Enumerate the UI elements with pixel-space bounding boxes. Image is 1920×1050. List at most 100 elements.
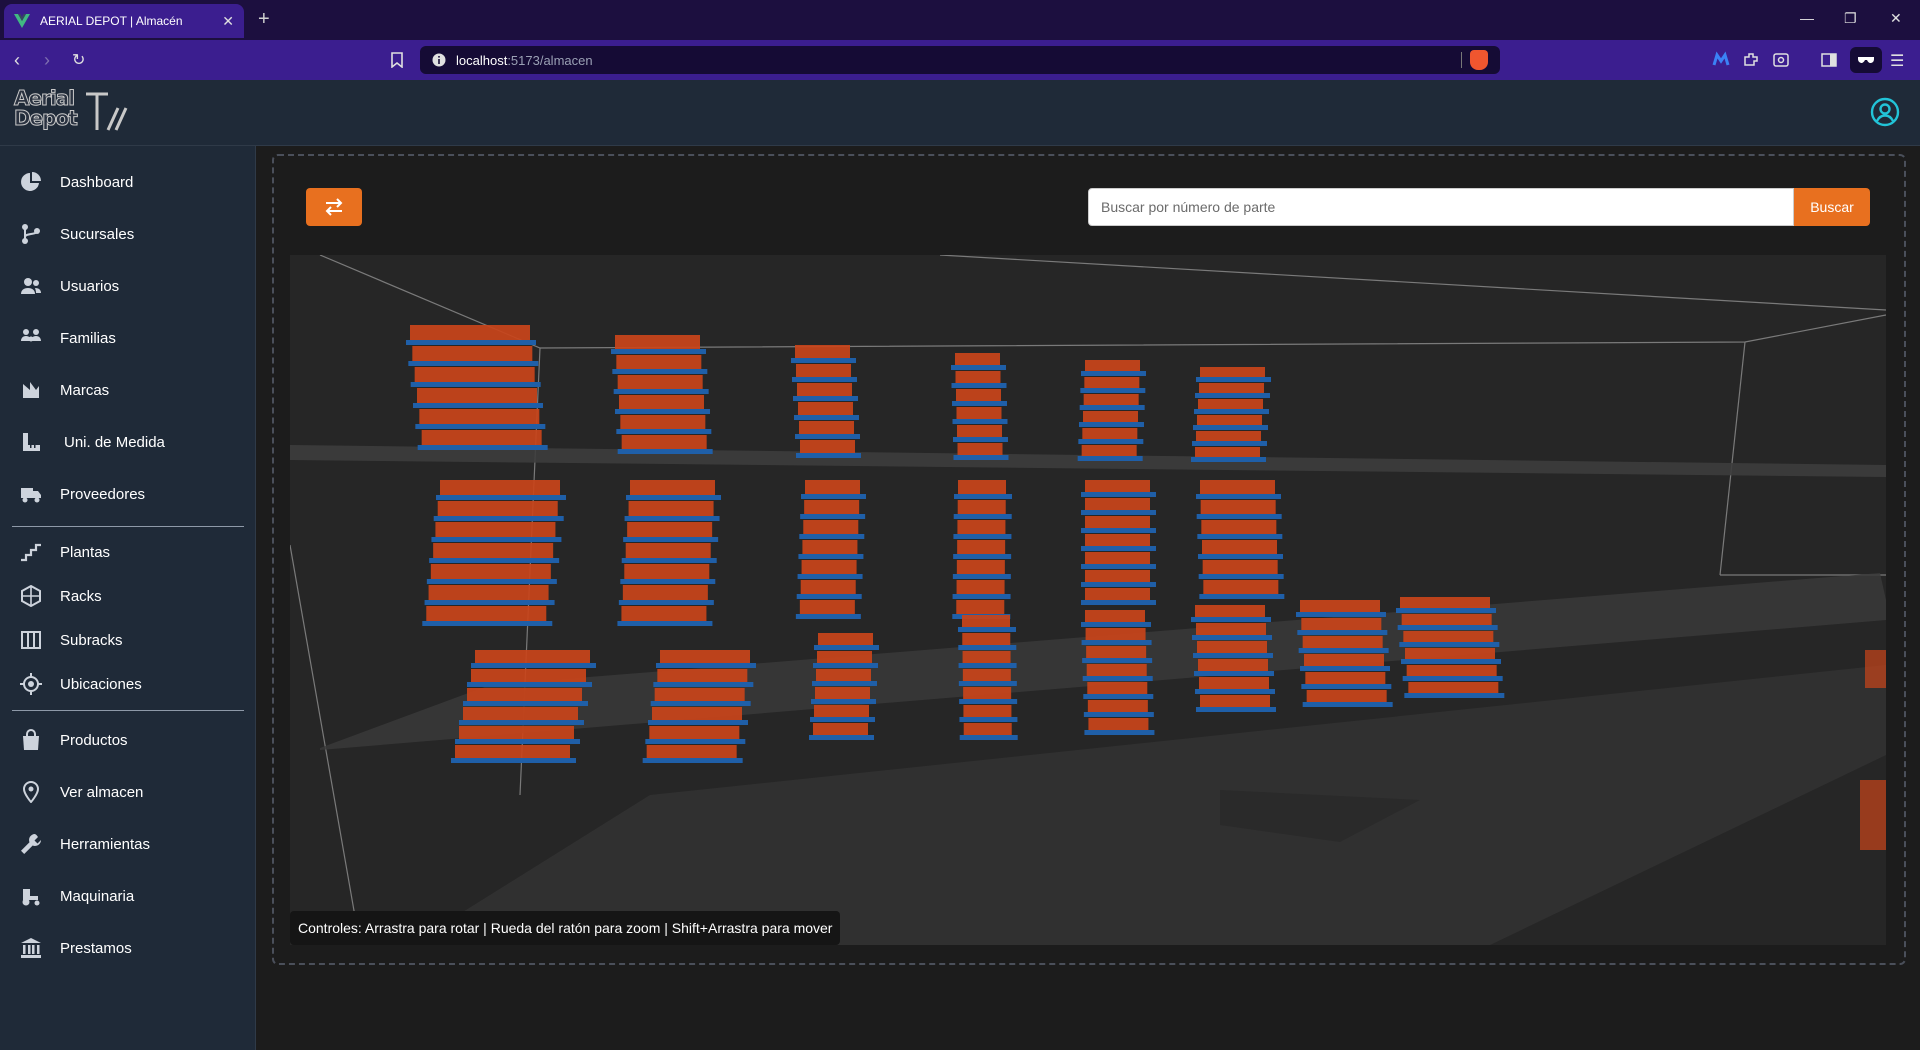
storage-box[interactable]: [1088, 718, 1149, 730]
storage-box[interactable]: [818, 633, 873, 645]
storage-box[interactable]: [802, 540, 858, 554]
storage-box[interactable]: [1197, 415, 1262, 425]
sidebar-item-ver-almacen[interactable]: Ver almacen: [0, 770, 256, 814]
forward-icon[interactable]: ›: [44, 50, 50, 71]
storage-box[interactable]: [1301, 618, 1382, 630]
reader-mode-button[interactable]: [1850, 47, 1882, 73]
storage-box[interactable]: [1306, 690, 1387, 702]
storage-box[interactable]: [1202, 540, 1277, 554]
sidebar-item-marcas[interactable]: Marcas: [0, 368, 256, 412]
storage-box[interactable]: [956, 560, 1005, 574]
storage-box[interactable]: [1196, 623, 1266, 635]
storage-box[interactable]: [1085, 534, 1150, 546]
storage-box[interactable]: [1201, 520, 1277, 534]
storage-box[interactable]: [957, 520, 1006, 534]
storage-box[interactable]: [1865, 650, 1886, 688]
warehouse-3d-scene[interactable]: [290, 255, 1886, 945]
storage-box[interactable]: [412, 346, 533, 361]
storage-box[interactable]: [435, 522, 556, 537]
storage-box[interactable]: [1304, 654, 1384, 666]
storage-box[interactable]: [1195, 447, 1260, 457]
brave-shield-icon[interactable]: [1470, 50, 1488, 70]
storage-box[interactable]: [955, 353, 1000, 365]
back-icon[interactable]: ‹: [14, 50, 20, 71]
storage-box[interactable]: [800, 580, 856, 594]
storage-box[interactable]: [1406, 665, 1497, 676]
storage-box[interactable]: [797, 383, 852, 396]
storage-box[interactable]: [1199, 383, 1264, 393]
storage-box[interactable]: [1302, 636, 1383, 648]
storage-box[interactable]: [433, 543, 554, 558]
storage-box[interactable]: [1197, 641, 1267, 653]
sidebar-item-prestamos[interactable]: Prestamos: [0, 926, 256, 970]
storage-box[interactable]: [805, 480, 860, 494]
storage-box[interactable]: [801, 560, 857, 574]
user-account-icon[interactable]: [1870, 97, 1900, 127]
storage-box[interactable]: [1200, 480, 1275, 494]
storage-box[interactable]: [1082, 428, 1138, 439]
storage-box[interactable]: [1198, 399, 1263, 409]
storage-box[interactable]: [649, 726, 740, 739]
storage-box[interactable]: [1403, 631, 1494, 642]
storage-box[interactable]: [955, 371, 1001, 383]
storage-box[interactable]: [419, 409, 540, 424]
storage-box[interactable]: [957, 425, 1002, 437]
storage-box[interactable]: [815, 687, 870, 699]
sidebar-item-productos[interactable]: Productos: [0, 718, 256, 762]
sidebar-toggle-icon[interactable]: [1820, 51, 1838, 69]
storage-box[interactable]: [816, 669, 871, 681]
storage-box[interactable]: [628, 501, 714, 516]
storage-box[interactable]: [803, 520, 859, 534]
storage-box[interactable]: [798, 402, 853, 415]
close-window-icon[interactable]: ✕: [1890, 10, 1902, 27]
storage-box[interactable]: [417, 388, 537, 403]
storage-box[interactable]: [957, 500, 1006, 514]
swap-view-button[interactable]: [306, 188, 362, 226]
sidebar-item-proveedores[interactable]: Proveedores: [0, 472, 256, 516]
sidebar-item-maquinaria[interactable]: Maquinaria: [0, 874, 256, 918]
storage-box[interactable]: [1400, 597, 1490, 608]
storage-box[interactable]: [1084, 377, 1140, 388]
part-number-search-input[interactable]: [1088, 188, 1794, 226]
storage-box[interactable]: [657, 669, 748, 682]
storage-box[interactable]: [1086, 664, 1147, 676]
storage-box[interactable]: [957, 540, 1006, 554]
storage-box[interactable]: [1305, 672, 1386, 684]
storage-box[interactable]: [817, 651, 872, 663]
site-info-icon[interactable]: [432, 53, 446, 67]
storage-box[interactable]: [660, 650, 750, 663]
storage-box[interactable]: [1199, 677, 1269, 689]
storage-box[interactable]: [958, 480, 1006, 494]
storage-box[interactable]: [1195, 605, 1265, 617]
storage-box[interactable]: [1085, 610, 1145, 622]
storage-box[interactable]: [471, 669, 586, 682]
storage-box[interactable]: [1401, 614, 1492, 625]
minimize-icon[interactable]: —: [1800, 10, 1814, 26]
storage-box[interactable]: [652, 707, 742, 720]
storage-box[interactable]: [467, 688, 582, 701]
storage-box[interactable]: [1202, 560, 1278, 574]
storage-box[interactable]: [615, 335, 700, 349]
storage-box[interactable]: [440, 480, 560, 495]
storage-box[interactable]: [625, 543, 711, 558]
storage-box[interactable]: [646, 745, 737, 758]
storage-box[interactable]: [962, 651, 1011, 663]
new-tab-icon[interactable]: +: [258, 8, 270, 31]
storage-box[interactable]: [627, 522, 713, 537]
storage-box[interactable]: [1200, 367, 1265, 377]
url-bar[interactable]: localhost :5173/almacen: [420, 46, 1500, 74]
storage-box[interactable]: [956, 407, 1002, 419]
storage-box[interactable]: [1081, 445, 1137, 456]
bookmark-icon[interactable]: [390, 52, 404, 68]
storage-box[interactable]: [1086, 646, 1147, 658]
storage-box[interactable]: [1405, 648, 1495, 659]
storage-box[interactable]: [1196, 431, 1261, 441]
storage-box[interactable]: [620, 415, 706, 429]
extensions-puzzle-icon[interactable]: [1742, 51, 1760, 69]
storage-box[interactable]: [617, 375, 703, 389]
storage-box[interactable]: [1085, 570, 1150, 582]
storage-box[interactable]: [1860, 780, 1886, 850]
storage-box[interactable]: [1300, 600, 1380, 612]
storage-box[interactable]: [800, 440, 855, 453]
storage-box[interactable]: [1083, 411, 1138, 422]
